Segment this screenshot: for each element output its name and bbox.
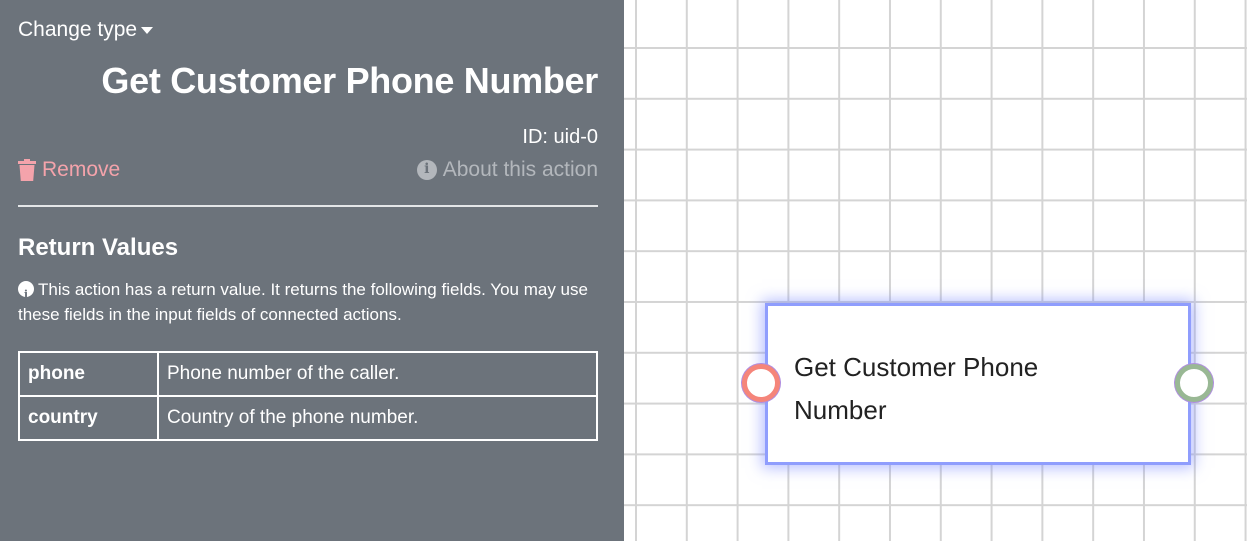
field-name: phone xyxy=(18,351,159,397)
return-values-heading: Return Values xyxy=(18,234,179,261)
about-action-link[interactable]: About this action xyxy=(416,158,598,182)
caret-down-icon xyxy=(141,26,154,34)
description-text: This action has a return value. It retur… xyxy=(18,280,588,324)
action-title: Get Customer Phone Number xyxy=(101,60,598,101)
change-type-dropdown[interactable]: Change type xyxy=(18,18,154,42)
info-icon xyxy=(416,160,437,180)
node-label: Get Customer Phone Number xyxy=(794,352,1039,425)
change-type-label: Change type xyxy=(18,18,138,41)
remove-button[interactable]: Remove xyxy=(18,158,120,182)
field-name: country xyxy=(18,395,159,441)
output-port[interactable] xyxy=(1175,364,1213,402)
table-row: country Country of the phone number. xyxy=(18,395,598,441)
trash-icon xyxy=(18,159,36,181)
action-node[interactable]: Get Customer Phone Number xyxy=(765,303,1191,465)
input-port[interactable] xyxy=(742,364,780,402)
divider xyxy=(18,205,598,207)
return-values-description: This action has a return value. It retur… xyxy=(18,277,594,327)
info-icon xyxy=(18,281,34,307)
action-id: ID: uid-0 xyxy=(522,126,598,148)
table-row: phone Phone number of the caller. xyxy=(18,351,598,397)
field-description: Country of the phone number. xyxy=(157,395,598,441)
about-label: About this action xyxy=(442,158,598,181)
return-fields-table: phone Phone number of the caller. country… xyxy=(18,351,598,441)
action-settings-panel: Change type Get Customer Phone Number ID… xyxy=(0,0,624,541)
field-description: Phone number of the caller. xyxy=(157,351,598,397)
remove-label: Remove xyxy=(42,158,121,181)
